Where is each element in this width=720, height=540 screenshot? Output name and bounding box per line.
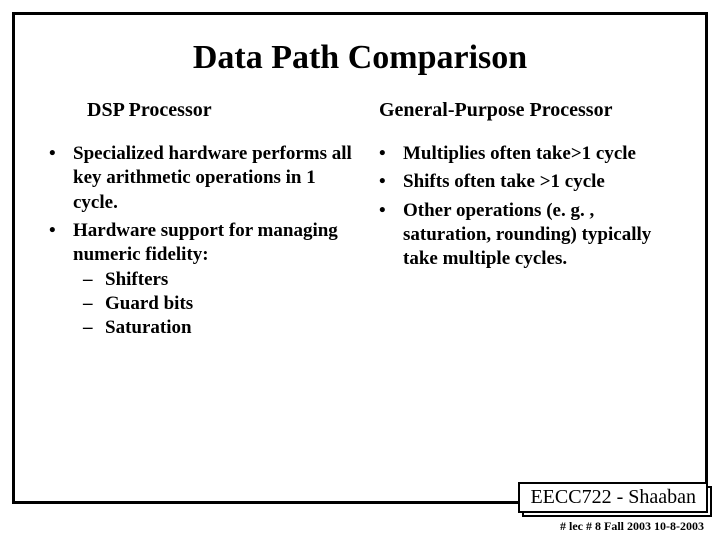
list-item: Hardware support for managing numeric fi…	[35, 219, 355, 341]
footer-box: EECC722 - Shaaban	[518, 482, 708, 513]
slide-page: Data Path Comparison DSP Processor Speci…	[0, 0, 720, 540]
list-item: Specialized hardware performs all key ar…	[35, 142, 355, 215]
right-bullet-list: Multiplies often take>1 cycle Shifts oft…	[365, 142, 685, 272]
slide-title: Data Path Comparison	[35, 39, 685, 77]
left-bullet-list: Specialized hardware performs all key ar…	[35, 142, 355, 341]
list-item: Guard bits	[73, 292, 355, 316]
list-item: Shifts often take >1 cycle	[365, 170, 685, 194]
left-column: DSP Processor Specialized hardware perfo…	[35, 95, 355, 345]
left-sublist: Shifters Guard bits Saturation	[73, 268, 355, 341]
columns: DSP Processor Specialized hardware perfo…	[35, 95, 685, 345]
right-column-header: General-Purpose Processor	[365, 99, 685, 122]
list-item: Multiplies often take>1 cycle	[365, 142, 685, 166]
footer-line: # lec # 8 Fall 2003 10-8-2003	[560, 519, 704, 534]
footer-course: EECC722 - Shaaban	[518, 482, 708, 513]
list-item-text: Hardware support for managing numeric fi…	[73, 220, 338, 265]
list-item: Shifters	[73, 268, 355, 292]
slide-frame: Data Path Comparison DSP Processor Speci…	[12, 12, 708, 504]
list-item: Other operations (e. g. , saturation, ro…	[365, 199, 685, 272]
list-item: Saturation	[73, 316, 355, 340]
right-column: General-Purpose Processor Multiplies oft…	[365, 95, 685, 345]
left-column-header: DSP Processor	[35, 99, 355, 122]
